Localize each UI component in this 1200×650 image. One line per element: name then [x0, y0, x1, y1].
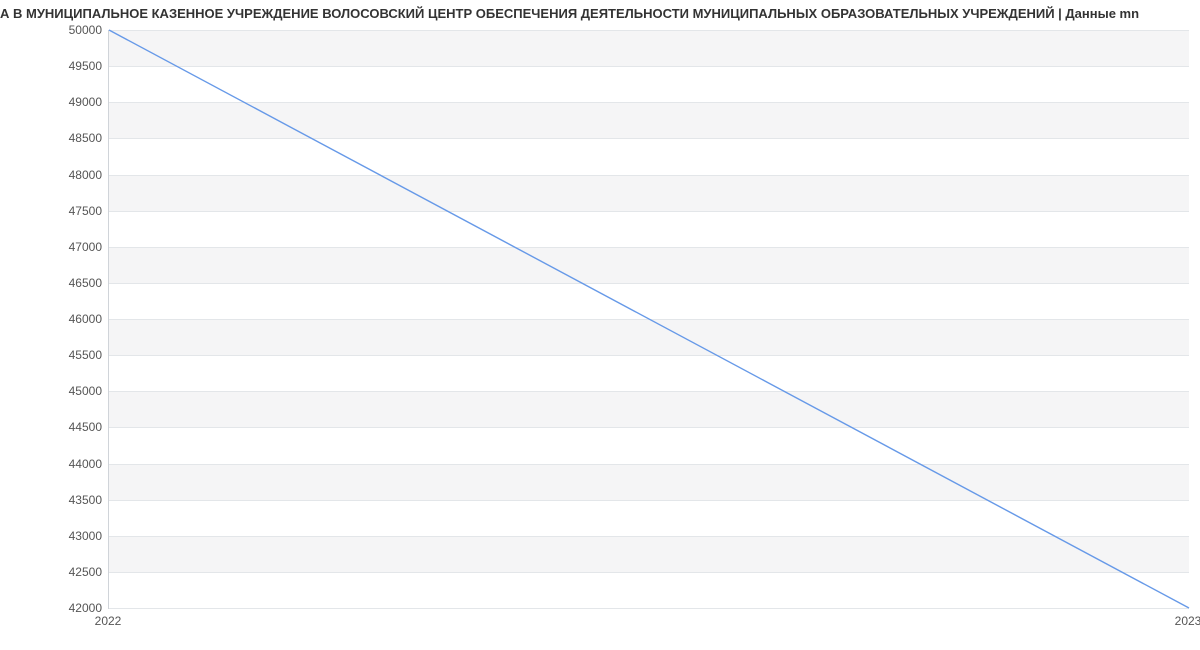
y-tick-label: 47500 [12, 204, 102, 218]
y-tick-label: 42500 [12, 565, 102, 579]
y-tick-label: 47000 [12, 240, 102, 254]
y-tick-label: 44000 [12, 457, 102, 471]
y-tick-label: 48500 [12, 131, 102, 145]
y-tick-label: 46000 [12, 312, 102, 326]
y-tick-label: 50000 [12, 23, 102, 37]
y-tick-label: 43000 [12, 529, 102, 543]
y-tick-label: 45500 [12, 348, 102, 362]
y-tick-label: 49000 [12, 95, 102, 109]
y-tick-label: 48000 [12, 168, 102, 182]
y-tick-label: 43500 [12, 493, 102, 507]
y-tick-label: 44500 [12, 420, 102, 434]
gridline [109, 608, 1189, 609]
x-tick-label: 2022 [95, 614, 122, 628]
y-tick-label: 42000 [12, 601, 102, 615]
y-tick-label: 46500 [12, 276, 102, 290]
line-series [109, 30, 1189, 608]
chart-plot-area [108, 30, 1189, 609]
y-tick-label: 45000 [12, 384, 102, 398]
x-tick-label: 2023 [1175, 614, 1200, 628]
y-tick-label: 49500 [12, 59, 102, 73]
page-title: А В МУНИЦИПАЛЬНОЕ КАЗЕННОЕ УЧРЕЖДЕНИЕ ВО… [0, 6, 1200, 21]
